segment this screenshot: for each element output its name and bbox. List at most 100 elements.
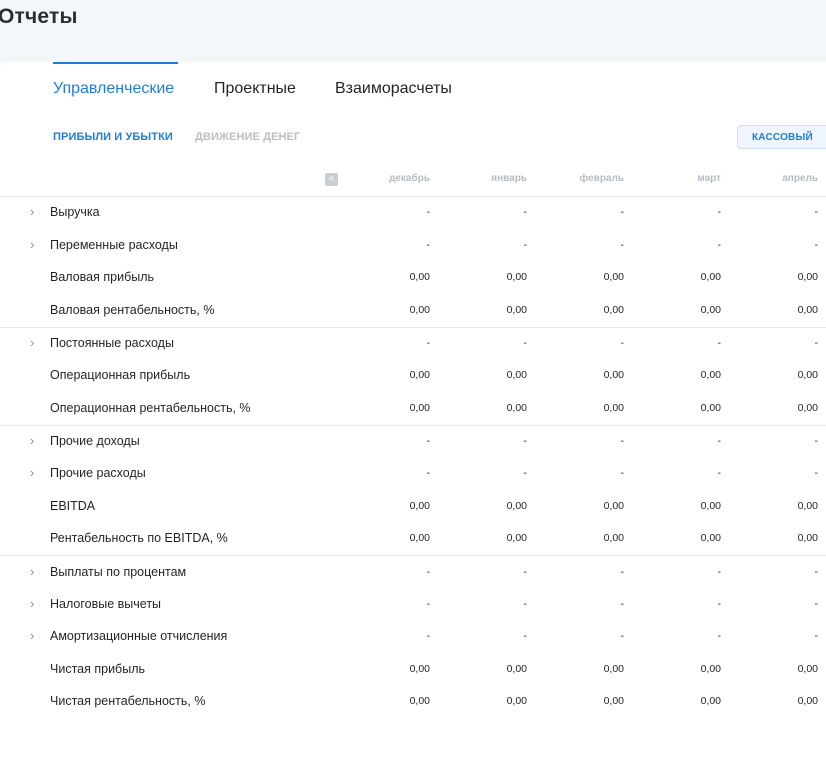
column-header-february: февраль	[579, 173, 625, 184]
table-cell: 0,00	[797, 695, 818, 707]
active-tab-indicator	[53, 62, 178, 64]
table-cell: -	[523, 630, 528, 642]
row-label: Прочие доходы	[50, 434, 140, 448]
table-row[interactable]: › Налоговые вычеты - - - - -	[0, 594, 826, 624]
table-cell: -	[717, 337, 722, 349]
table-cell: -	[523, 598, 528, 610]
table-cell: 0,00	[603, 271, 624, 283]
chevron-right-icon[interactable]: ›	[30, 204, 34, 219]
row-label: Прочие расходы	[50, 466, 146, 480]
table-cell: -	[717, 467, 722, 479]
table-cell: -	[620, 630, 625, 642]
table-row: Чистая прибыль 0,00 0,00 0,00 0,00 0,00	[0, 659, 826, 689]
table-cell: -	[523, 435, 528, 447]
table-row[interactable]: › Переменные расходы - - - - -	[0, 235, 826, 265]
table-cell: 0,00	[797, 402, 818, 414]
table-row: Операционная прибыль 0,00 0,00 0,00 0,00 0,00	[0, 365, 826, 395]
table-cell: 0,00	[506, 500, 527, 512]
table-cell: -	[717, 206, 722, 218]
table-cell: -	[717, 598, 722, 610]
table-row[interactable]: › Выручка - - - - -	[0, 202, 826, 232]
table-cell: 0,00	[409, 500, 430, 512]
table-row[interactable]: › Прочие доходы - - - - -	[0, 431, 826, 461]
subtab-profit-loss[interactable]: ПРИБЫЛИ И УБЫТКИ	[53, 131, 173, 143]
column-header-march: март	[697, 173, 721, 184]
table-cell: -	[426, 566, 431, 578]
collapse-columns-icon[interactable]: «	[325, 173, 338, 186]
table-cell: 0,00	[797, 663, 818, 675]
table-cell: -	[523, 239, 528, 251]
table-row[interactable]: › Постоянные расходы - - - - -	[0, 333, 826, 363]
table-cell: -	[620, 566, 625, 578]
table-cell: -	[426, 630, 431, 642]
table-cell: 0,00	[409, 695, 430, 707]
table-cell: 0,00	[603, 663, 624, 675]
row-label: Валовая рентабельность, %	[50, 303, 215, 317]
chevron-right-icon[interactable]: ›	[30, 596, 34, 611]
table-cell: -	[620, 337, 625, 349]
chevron-right-icon[interactable]: ›	[30, 628, 34, 643]
row-label: EBITDA	[50, 499, 96, 513]
table-cell: -	[426, 239, 431, 251]
table-cell: -	[426, 467, 431, 479]
table-cell: 0,00	[603, 369, 624, 381]
table-row[interactable]: › Прочие расходы - - - - -	[0, 463, 826, 493]
reports-card: Управленческие Проектные Взаиморасчеты П…	[0, 62, 826, 765]
table-cell: 0,00	[409, 369, 430, 381]
chevron-right-icon[interactable]: ›	[30, 564, 34, 579]
table-cell: -	[814, 337, 819, 349]
table-cell: -	[523, 566, 528, 578]
table-cell: -	[717, 630, 722, 642]
table-cell: 0,00	[506, 532, 527, 544]
table-cell: 0,00	[603, 402, 624, 414]
row-label: Операционная прибыль	[50, 368, 191, 382]
cash-basis-button[interactable]: КАССОВЫЙ	[737, 125, 826, 149]
table-cell: 0,00	[797, 369, 818, 381]
table-row: Чистая рентабельность, % 0,00 0,00 0,00 0,00…	[0, 691, 826, 721]
table-cell: 0,00	[409, 663, 430, 675]
subtab-cash-flow[interactable]: ДВИЖЕНИЕ ДЕНЕГ	[195, 131, 300, 143]
table-cell: 0,00	[700, 271, 721, 283]
table-row: Операционная рентабельность, % 0,00 0,00 0,…	[0, 398, 826, 428]
table-cell: 0,00	[409, 402, 430, 414]
row-label: Валовая прибыль	[50, 270, 155, 284]
chevron-right-icon[interactable]: ›	[30, 335, 34, 350]
table-cell: -	[523, 467, 528, 479]
table-row[interactable]: › Амортизационные отчисления - - - - -	[0, 626, 826, 656]
table-cell: 0,00	[506, 402, 527, 414]
table-cell: 0,00	[603, 695, 624, 707]
table-cell: -	[523, 206, 528, 218]
table-cell: -	[620, 239, 625, 251]
row-label: Рентабельность по EBITDA, %	[50, 531, 228, 545]
table-row[interactable]: › Выплаты по процентам - - - - -	[0, 562, 826, 592]
table-cell: -	[814, 467, 819, 479]
table-cell: 0,00	[700, 304, 721, 316]
row-label: Операционная рентабельность, %	[50, 401, 251, 415]
table-cell: -	[814, 435, 819, 447]
tab-projects[interactable]: Проектные	[214, 80, 296, 98]
tab-settlements[interactable]: Взаиморасчеты	[335, 80, 452, 98]
table-cell: -	[814, 206, 819, 218]
table-cell: -	[717, 239, 722, 251]
table-cell: -	[620, 598, 625, 610]
table-cell: 0,00	[409, 304, 430, 316]
table-cell: -	[523, 337, 528, 349]
table-divider	[0, 196, 826, 197]
tab-management[interactable]: Управленческие	[53, 80, 174, 98]
row-label: Переменные расходы	[50, 238, 178, 252]
table-cell: 0,00	[797, 500, 818, 512]
table-row: Валовая рентабельность, % 0,00 0,00 0,00 0,0…	[0, 300, 826, 330]
table-cell: -	[620, 206, 625, 218]
chevron-right-icon[interactable]: ›	[30, 237, 34, 252]
chevron-right-icon[interactable]: ›	[30, 465, 34, 480]
table-cell: 0,00	[700, 402, 721, 414]
table-cell: 0,00	[797, 304, 818, 316]
table-cell: 0,00	[409, 271, 430, 283]
row-label: Чистая рентабельность, %	[50, 694, 206, 708]
table-cell: -	[814, 239, 819, 251]
table-row: Рентабельность по EBITDA, % 0,00 0,00 0,00 0…	[0, 528, 826, 558]
row-label: Выплаты по процентам	[50, 565, 187, 579]
column-header-january: январь	[491, 173, 527, 184]
table-cell: 0,00	[603, 304, 624, 316]
chevron-right-icon[interactable]: ›	[30, 433, 34, 448]
